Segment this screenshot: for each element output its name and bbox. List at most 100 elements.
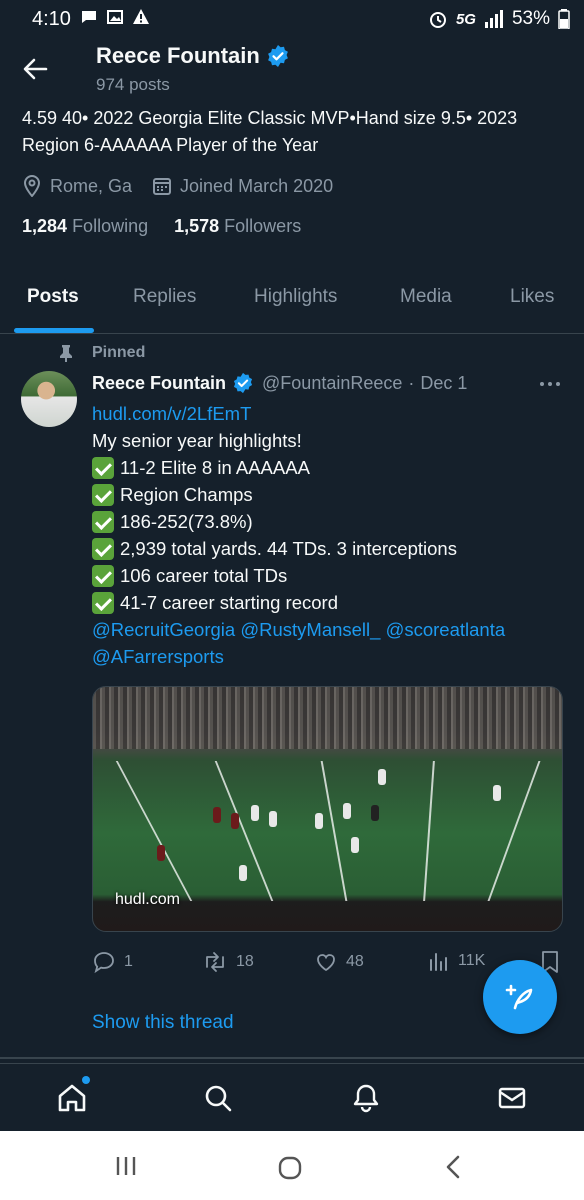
divider	[0, 1057, 584, 1059]
checklist-text: 186-252(73.8%)	[120, 511, 253, 532]
post-intro: My senior year highlights!	[92, 430, 302, 451]
repost-button[interactable]: 18	[202, 950, 254, 974]
repost-count: 18	[236, 953, 254, 970]
author-avatar[interactable]	[21, 371, 77, 427]
yard-line	[423, 761, 435, 901]
heart-icon	[317, 954, 335, 972]
post-mentions-line-2[interactable]: @AFarrersports	[92, 643, 572, 670]
player	[315, 813, 323, 829]
reply-button[interactable]: 1	[92, 950, 133, 974]
back-chevron-icon[interactable]	[444, 1155, 462, 1179]
pinned-label: Pinned	[92, 344, 146, 361]
pin-icon	[60, 345, 72, 362]
repost-icon	[206, 952, 224, 972]
more-options-icon[interactable]	[538, 374, 562, 394]
player	[157, 845, 165, 861]
profile-meta: Rome, Ga Joined March 2020	[22, 175, 353, 197]
status-right: 5G 53%	[428, 8, 570, 30]
profile-name-text: Reece Fountain	[96, 43, 260, 68]
back-arrow-icon[interactable]	[20, 54, 50, 84]
separator-dot: ·	[408, 372, 415, 393]
player	[269, 811, 277, 827]
post-mentions-line-1[interactable]: @RecruitGeorgia @RustyMansell_ @scoreatl…	[92, 616, 572, 643]
battery-icon	[558, 9, 570, 29]
messages-envelope-icon[interactable]	[496, 1082, 528, 1114]
alarm-icon	[429, 12, 446, 28]
notifications-bell-icon[interactable]	[350, 1082, 382, 1114]
home-circle-icon[interactable]	[277, 1155, 303, 1181]
post-date[interactable]: Dec 1	[420, 373, 467, 394]
checklist-item: 41-7 career starting record	[92, 589, 572, 616]
views-chart-icon	[430, 953, 447, 971]
checkmark-icon	[92, 591, 114, 614]
yard-line	[320, 761, 348, 901]
player	[231, 813, 239, 829]
posts-count: 974 posts	[96, 75, 170, 94]
following-link[interactable]: 1,284 Following	[22, 216, 148, 237]
recent-apps-icon[interactable]	[114, 1155, 138, 1177]
signal-icon	[484, 10, 503, 28]
video-thumbnail[interactable]: hudl.com	[92, 686, 563, 932]
player	[351, 837, 359, 853]
tab-likes[interactable]: Likes	[510, 286, 554, 308]
views-count: 11K	[458, 952, 486, 969]
battery-percent: 53%	[511, 8, 550, 29]
show-thread-link[interactable]: Show this thread	[92, 1012, 234, 1034]
verified-badge-icon[interactable]	[266, 44, 290, 68]
checklist-text: 11-2 Elite 8 in AAAAAA	[120, 457, 310, 478]
search-icon[interactable]	[202, 1082, 234, 1114]
post-header: Reece Fountain @FountainReece · Dec 1	[92, 372, 467, 394]
profile-name: Reece Fountain	[96, 43, 290, 69]
verified-badge-icon	[233, 372, 253, 394]
compose-post-button[interactable]	[483, 960, 557, 1034]
follow-stats: 1,284 Following 1,578 Followers	[22, 216, 301, 237]
player	[493, 785, 501, 801]
following-count: 1,284	[22, 216, 68, 236]
message-icon	[82, 11, 96, 23]
tab-highlights[interactable]: Highlights	[254, 286, 337, 308]
bottom-navigation	[0, 1063, 584, 1131]
checklist-text: 41-7 career starting record	[120, 592, 338, 613]
video-source-label: hudl.com	[115, 891, 180, 908]
checkmark-icon	[92, 564, 114, 587]
pinned-indicator: Pinned	[58, 344, 145, 362]
yard-line	[115, 761, 193, 901]
image-icon	[107, 10, 123, 24]
checkmark-icon	[92, 456, 114, 479]
player	[239, 865, 247, 881]
followers-link[interactable]: 1,578 Followers	[174, 216, 301, 237]
views-button[interactable]: 11K	[428, 950, 485, 972]
checkmark-icon	[92, 510, 114, 533]
checkmark-icon	[92, 537, 114, 560]
post-author-handle[interactable]: @FountainReece	[262, 373, 402, 394]
like-count: 48	[346, 953, 364, 970]
checklist-text: Region Champs	[120, 484, 253, 505]
checklist-item: 186-252(73.8%)	[92, 508, 572, 535]
profile-bio: 4.59 40• 2022 Georgia Elite Classic MVP•…	[22, 108, 518, 155]
stadium-stands	[93, 687, 562, 749]
tab-replies[interactable]: Replies	[133, 286, 196, 308]
post-author-name[interactable]: Reece Fountain	[92, 373, 226, 394]
active-tab-indicator	[14, 328, 94, 333]
checklist-text: 2,939 total yards. 44 TDs. 3 interceptio…	[120, 538, 457, 559]
tab-media[interactable]: Media	[400, 286, 452, 308]
calendar-icon	[153, 178, 172, 195]
checklist-item: 2,939 total yards. 44 TDs. 3 interceptio…	[92, 535, 572, 562]
location-pin-icon	[23, 175, 41, 197]
post-link[interactable]: hudl.com/v/2LfEmT	[92, 400, 572, 427]
join-date-text: Joined March 2020	[180, 175, 334, 196]
player	[343, 803, 351, 819]
android-navigation-bar	[0, 1131, 584, 1200]
like-button[interactable]: 48	[314, 950, 364, 974]
tab-posts[interactable]: Posts	[27, 286, 79, 308]
post-text: hudl.com/v/2LfEmT My senior year highlig…	[92, 400, 572, 670]
status-bar: 4:10 5G 53%	[0, 0, 584, 38]
reply-count: 1	[124, 953, 133, 970]
checklist-item: Region Champs	[92, 481, 572, 508]
followers-label: Followers	[224, 216, 302, 236]
warning-icon	[133, 9, 149, 24]
home-icon[interactable]	[56, 1082, 88, 1114]
checkmark-icon	[92, 483, 114, 506]
checklist-item: 11-2 Elite 8 in AAAAAA	[92, 454, 572, 481]
player	[251, 805, 259, 821]
